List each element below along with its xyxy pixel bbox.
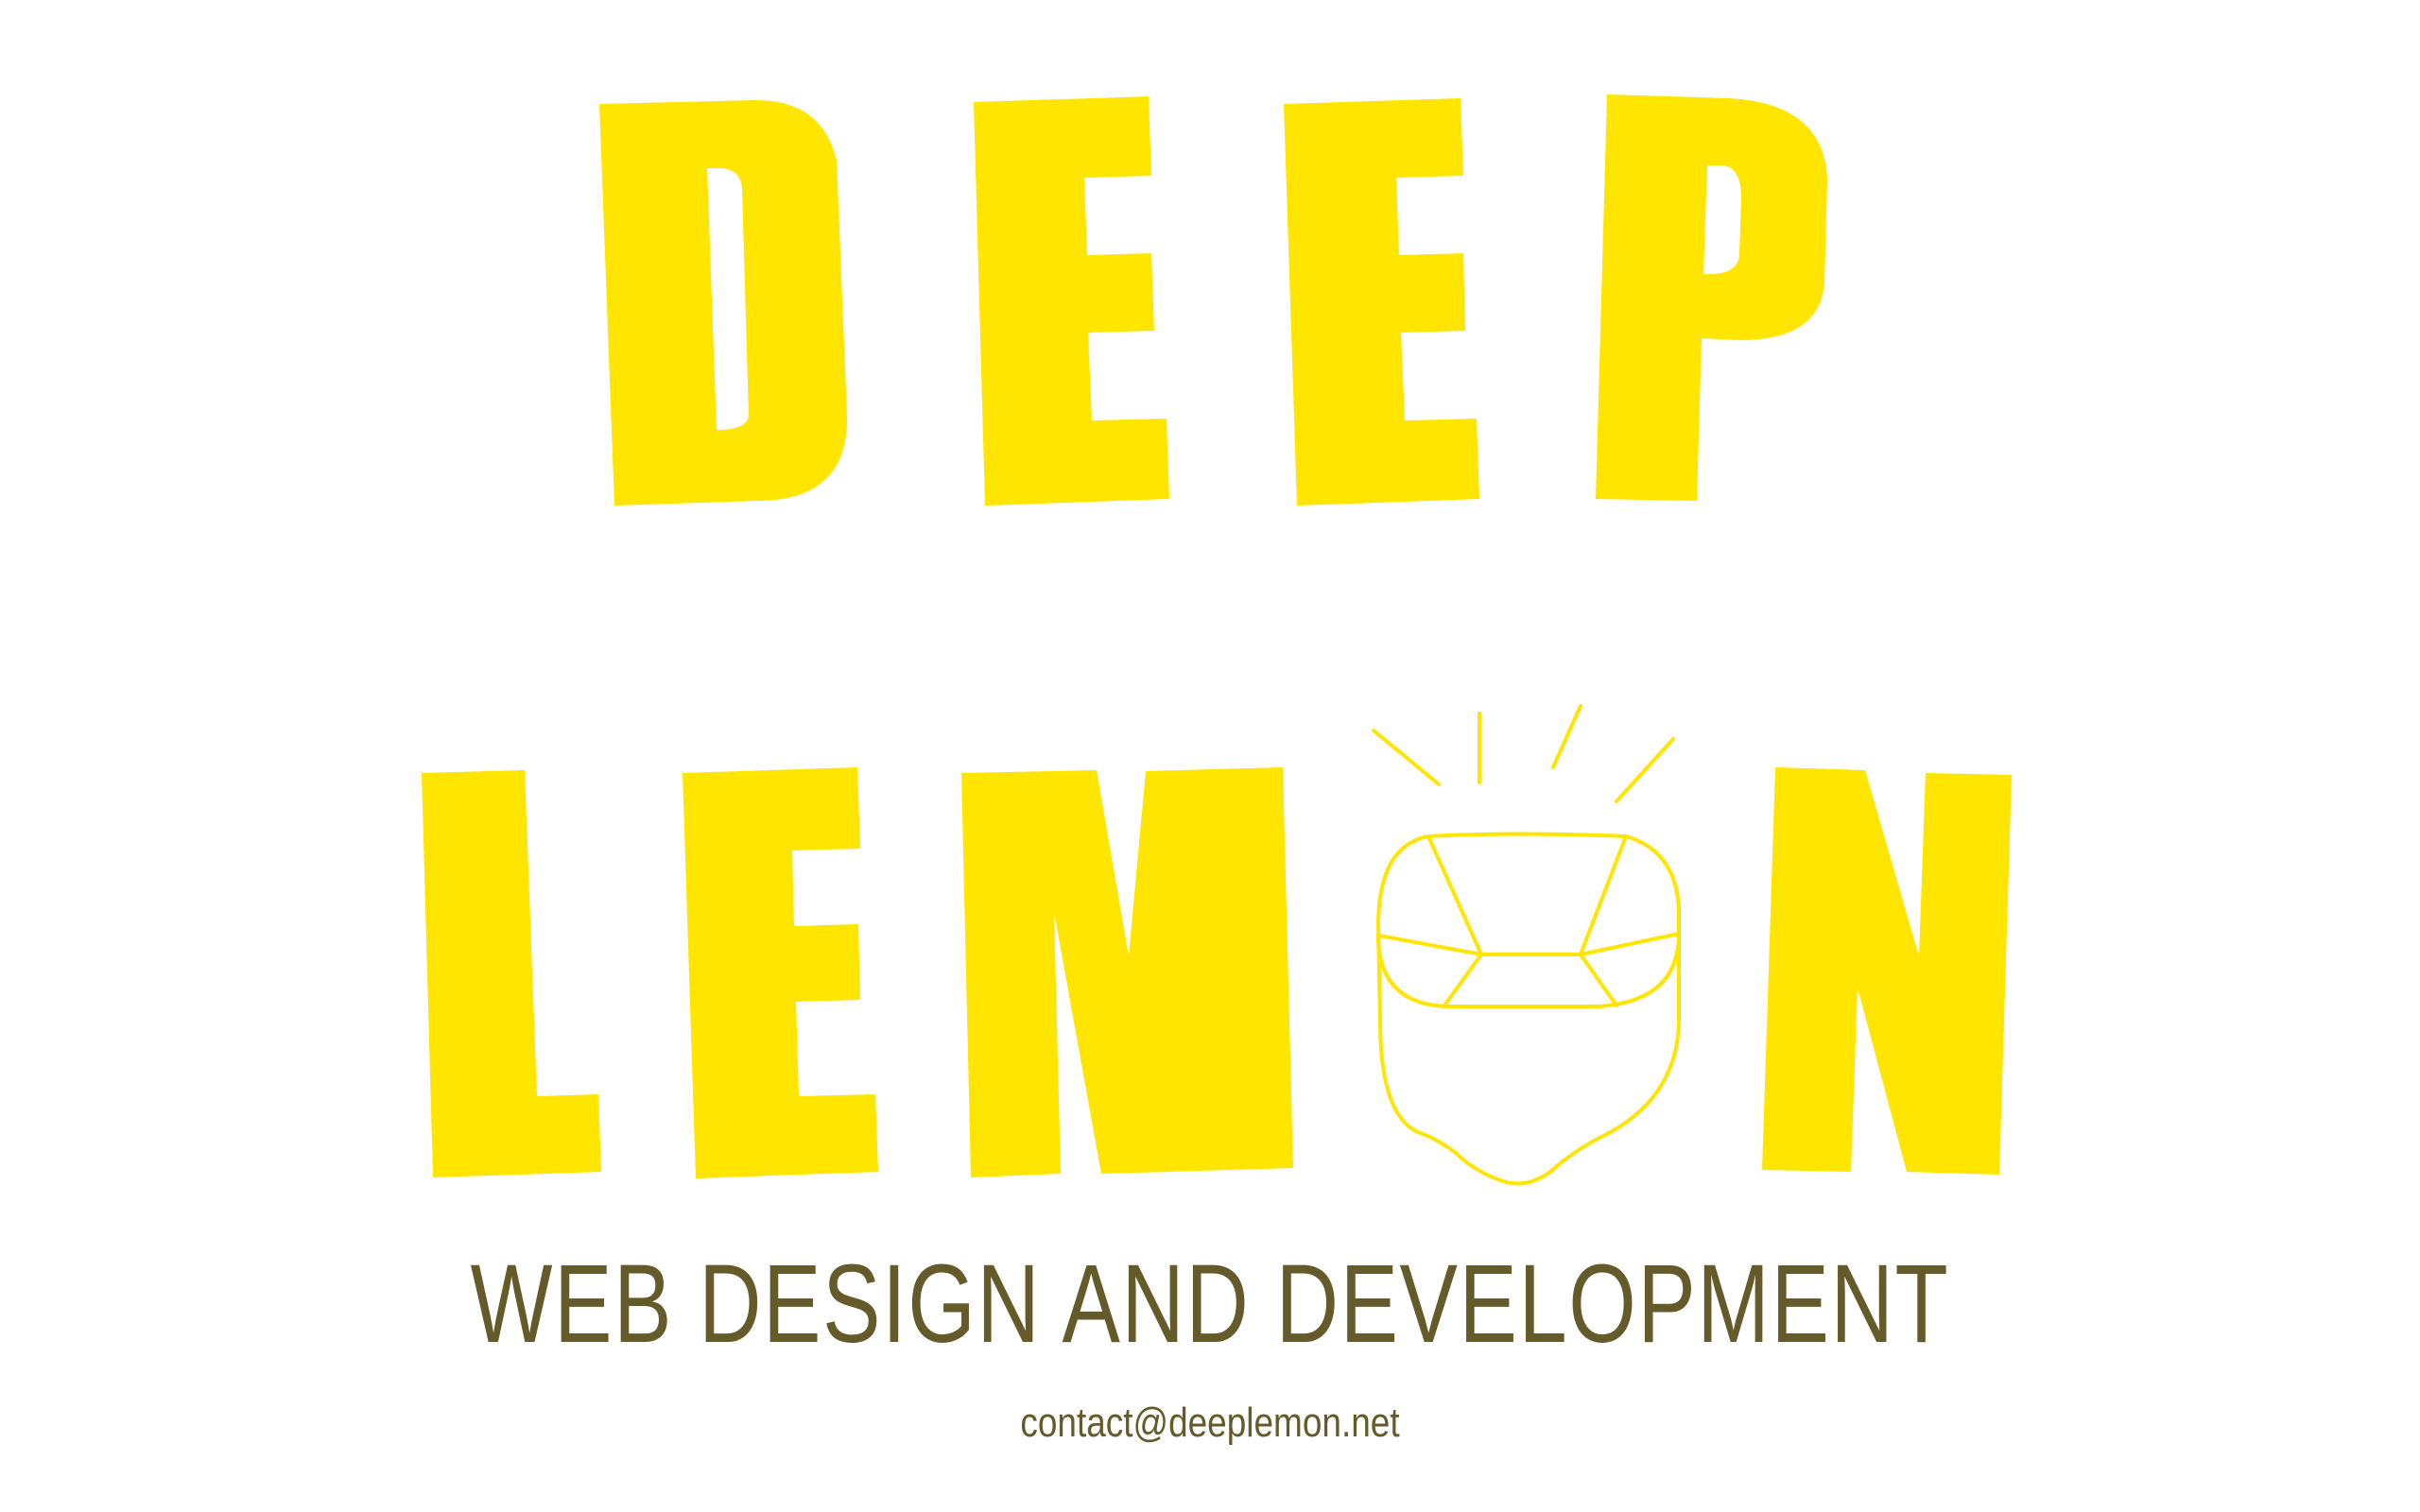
deep-lemon-logo	[422, 94, 2012, 1186]
contact-email-link[interactable]: contact@deeplemon.net	[194, 1395, 2226, 1452]
logo-letter-p	[1596, 94, 1827, 501]
logo-letter-l	[422, 770, 601, 1177]
logo-letter-m	[961, 767, 1293, 1177]
landing-page: WEB DESIGN AND DEVELOPMENT contact@deepl…	[0, 0, 2420, 1512]
lemon-icon	[1372, 704, 1681, 1186]
tagline: WEB DESIGN AND DEVELOPMENT	[470, 1242, 1950, 1366]
logo-letter-n	[1762, 767, 2012, 1175]
logo-letter-e-3	[683, 767, 878, 1178]
logo-letter-d	[599, 100, 848, 506]
logo-letter-e-1	[974, 96, 1169, 506]
logo-letter-e-2	[1284, 98, 1479, 506]
